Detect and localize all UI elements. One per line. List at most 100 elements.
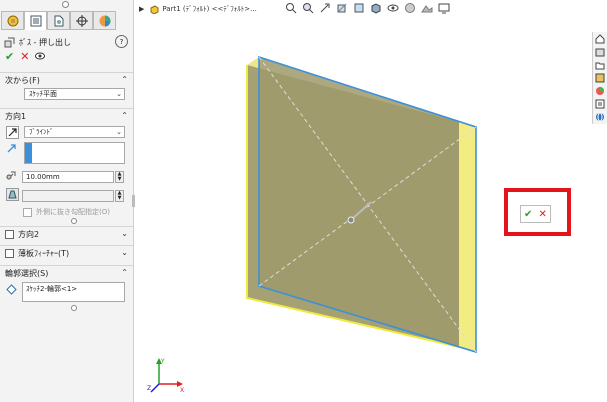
breadcrumb-text: Part1 (ﾃﾞﾌｫﾙﾄ) <<ﾃﾞﾌｫﾙﾄ>...: [162, 5, 257, 13]
view-orientation-icon: [354, 3, 364, 13]
hide-show-items-icon: [387, 4, 399, 12]
direction2-label: 方向2: [18, 229, 40, 239]
appearances-tab[interactable]: [594, 85, 606, 97]
extrude-preview[interactable]: [235, 50, 495, 370]
chevron-down-icon: ⌄: [116, 90, 122, 98]
confirm-cancel-button[interactable]: ✕: [539, 209, 547, 220]
edit-appearance-button[interactable]: [404, 2, 416, 14]
ok-button[interactable]: ✔: [5, 51, 14, 62]
end-condition-dropdown[interactable]: ﾌﾞﾗｲﾝﾄﾞ ⌄: [24, 126, 125, 138]
help-icon[interactable]: ?: [115, 35, 128, 48]
draft-outward-label: 外側に抜き勾配指定(O): [36, 208, 110, 216]
chevron-down-icon: ⌄: [121, 248, 128, 257]
confirm-ok-button[interactable]: ✔: [524, 209, 532, 220]
reference-triad: Y X Z: [147, 358, 184, 394]
folder-icon: [595, 62, 605, 70]
design-library-icon: [595, 48, 605, 57]
configuration-manager-tab[interactable]: [47, 11, 70, 30]
draft-outward-checkbox[interactable]: [23, 207, 32, 217]
feature-title-row: ﾎﾞｽ - 押し出し ?: [4, 35, 130, 49]
boss-extrude-icon: [4, 37, 15, 47]
from-value: ｽｹｯﾁ平面: [29, 90, 57, 98]
draft-angle-input: [22, 190, 114, 202]
feature-manager-icon: [7, 15, 18, 26]
property-manager-icon: [30, 15, 41, 26]
custom-properties-tab[interactable]: [594, 98, 606, 110]
from-dropdown[interactable]: ｽｹｯﾁ平面 ⌄: [24, 88, 125, 100]
depth-spinner[interactable]: ▲ ▼: [115, 171, 124, 183]
panel-section-grip[interactable]: [71, 218, 77, 224]
feature-manager-tab[interactable]: [1, 11, 24, 30]
breadcrumb[interactable]: ▶ Part1 (ﾃﾞﾌｫﾙﾄ) <<ﾃﾞﾌｫﾙﾄ>...: [139, 4, 257, 14]
thin-feature-label: 薄板ﾌｨｰﾁｬｰ(T): [18, 248, 70, 258]
graphics-area[interactable]: ▶ Part1 (ﾃﾞﾌｫﾙﾄ) <<ﾃﾞﾌｫﾙﾄ>... ✔ ✕ Y X Z: [135, 0, 607, 402]
contours-list[interactable]: ｽｹｯﾁ2-輪郭<1>: [22, 282, 125, 302]
contour-select-icon: [6, 284, 17, 297]
previous-view-button[interactable]: [319, 2, 331, 14]
triad-y-label: Y: [160, 358, 165, 365]
panel-bottom-grip[interactable]: [71, 305, 77, 311]
zoom-to-fit-button[interactable]: [285, 2, 297, 14]
thin-feature-section: 薄板ﾌｨｰﾁｬｰ(T) ⌄: [0, 245, 134, 261]
draft-toggle-button[interactable]: [6, 188, 19, 201]
section-view-button[interactable]: [336, 2, 348, 14]
detailed-preview-eye-icon[interactable]: [35, 51, 46, 62]
contour-item: ｽｹｯﾁ2-輪郭<1>: [26, 285, 78, 293]
end-condition-value: ﾌﾞﾗｲﾝﾄﾞ: [29, 128, 54, 136]
depth-input[interactable]: 10.00mm: [22, 171, 114, 183]
zoom-area-icon: [303, 3, 314, 14]
view-orientation-button[interactable]: [353, 2, 365, 14]
property-manager: ﾎﾞｽ - 押し出し ? ✔ ✕ 次から(F) ⌃ ｽｹｯﾁ平面 ⌄ 方向1 ⌃…: [0, 0, 135, 402]
task-pane-tabs: [592, 32, 607, 124]
hide-show-items-button[interactable]: [387, 2, 399, 14]
draft-outward-row: 外側に抜き勾配指定(O): [23, 207, 110, 217]
direction2-header[interactable]: 方向2 ⌄: [0, 226, 134, 241]
property-manager-tab[interactable]: [24, 11, 47, 30]
expand-arrow-icon[interactable]: ▶: [139, 5, 144, 13]
display-style-button[interactable]: [370, 2, 382, 14]
previous-view-icon: [320, 3, 330, 13]
solidworks-resources-tab[interactable]: [594, 111, 606, 123]
configuration-manager-icon: [54, 15, 63, 26]
apply-scene-button[interactable]: [421, 2, 433, 14]
zoom-area-button[interactable]: [302, 2, 314, 14]
triad-z-label: Z: [147, 385, 151, 392]
section-view-icon: [337, 3, 347, 13]
depth-icon: [6, 170, 17, 183]
home-icon: [595, 34, 605, 44]
cancel-button[interactable]: ✕: [20, 51, 29, 62]
direction1-header[interactable]: 方向1 ⌃: [0, 108, 134, 123]
contours-header[interactable]: 輪郭選択(S) ⌃: [0, 265, 134, 280]
direction2-checkbox[interactable]: [5, 229, 14, 239]
design-library-tab[interactable]: [594, 46, 606, 58]
direction-selection-box[interactable]: [24, 142, 125, 164]
view-palette-icon: [595, 73, 605, 83]
contours-section: 輪郭選択(S) ⌃ ｽｹｯﾁ2-輪郭<1>: [0, 265, 134, 315]
display-style-icon: [371, 3, 381, 14]
chevron-down-icon: ⌄: [116, 128, 122, 136]
dimxpert-tab[interactable]: [70, 11, 93, 30]
from-section: 次から(F) ⌃ ｽｹｯﾁ平面 ⌄: [0, 72, 134, 106]
from-section-header[interactable]: 次から(F) ⌃: [0, 72, 134, 87]
globe-icon: [596, 112, 604, 122]
dimxpert-icon: [75, 14, 88, 27]
reverse-direction-icon: [8, 128, 17, 137]
direction2-section: 方向2 ⌄: [0, 226, 134, 242]
chevron-up-icon: ⌃: [121, 111, 128, 120]
thin-feature-header[interactable]: 薄板ﾌｨｰﾁｬｰ(T) ⌄: [0, 245, 134, 260]
part-icon: [150, 4, 159, 14]
panel-grip[interactable]: [0, 0, 133, 8]
view-settings-button[interactable]: [438, 2, 450, 14]
direction-vector-icon: [7, 144, 16, 155]
view-palette-tab[interactable]: [594, 72, 606, 84]
display-manager-tab[interactable]: [93, 11, 116, 30]
home-tab[interactable]: [594, 33, 606, 45]
display-manager-icon: [99, 15, 110, 26]
thin-feature-checkbox[interactable]: [5, 248, 14, 258]
custom-properties-icon: [595, 99, 605, 109]
file-explorer-tab[interactable]: [594, 59, 606, 71]
draft-angle-spinner: ▲ ▼: [115, 190, 124, 202]
drag-handle[interactable]: [347, 216, 355, 224]
reverse-direction-button[interactable]: [6, 126, 19, 139]
contours-label: 輪郭選択(S): [5, 268, 49, 278]
